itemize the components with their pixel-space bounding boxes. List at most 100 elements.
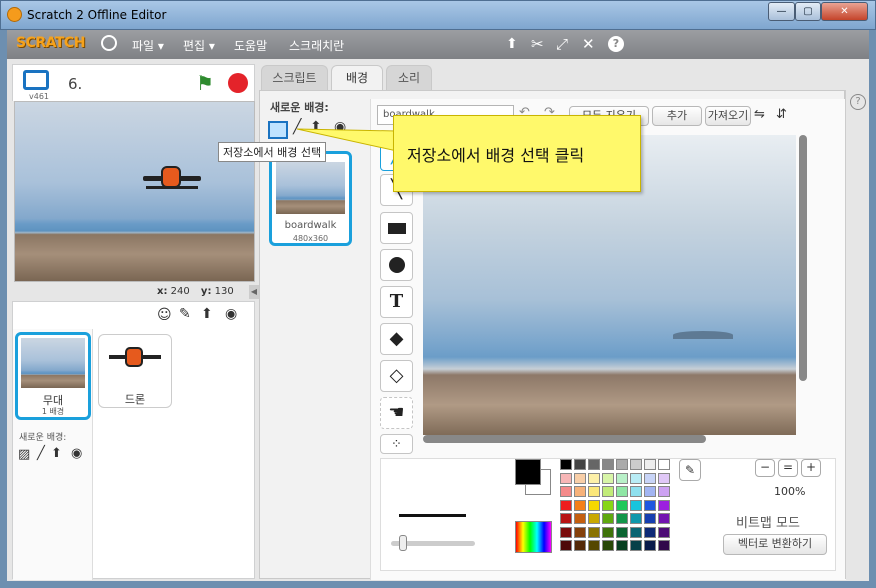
palette-swatch[interactable] [588, 486, 600, 497]
palette-swatch[interactable] [616, 459, 628, 470]
ellipse-tool[interactable] [380, 249, 413, 281]
sprite-thumbnail-drone[interactable]: 드론 [98, 334, 172, 408]
fullscreen-icon[interactable] [23, 70, 49, 90]
palette-swatch[interactable] [560, 526, 572, 538]
palette-swatch[interactable] [560, 472, 572, 484]
stamp-tool[interactable]: ⁘ [380, 434, 413, 454]
scratch-logo[interactable]: SCRATCH [16, 35, 85, 51]
menu-help[interactable]: 도움말 [234, 37, 267, 54]
palette-swatch[interactable] [560, 459, 572, 470]
palette-swatch[interactable] [588, 526, 600, 538]
delete-icon[interactable]: ✂ [531, 35, 544, 53]
palette-swatch[interactable] [560, 540, 572, 551]
palette-swatch[interactable] [602, 540, 614, 551]
palette-swatch[interactable] [630, 526, 642, 538]
sprite-paint-icon[interactable]: ✎ [179, 306, 191, 322]
text-tool[interactable]: T [380, 286, 413, 318]
palette-swatch[interactable] [644, 472, 656, 484]
palette-swatch[interactable] [588, 513, 600, 524]
backdrop-library-icon[interactable] [268, 121, 288, 139]
select-tool[interactable]: ☚ [380, 397, 413, 429]
palette-swatch[interactable] [602, 526, 614, 538]
palette-swatch[interactable] [644, 486, 656, 497]
palette-swatch[interactable] [588, 472, 600, 484]
import-button[interactable]: 가져오기 [705, 106, 751, 126]
palette-swatch[interactable] [644, 540, 656, 551]
fill-tool[interactable]: ◆ [380, 323, 413, 355]
flip-horizontal-icon[interactable]: ⇋ [754, 107, 765, 122]
palette-swatch[interactable] [574, 513, 586, 524]
tab-scripts[interactable]: 스크립트 [261, 65, 328, 90]
minimize-button[interactable]: — [768, 2, 795, 21]
palette-swatch[interactable] [630, 459, 642, 470]
palette-swatch[interactable] [616, 472, 628, 484]
palette-swatch[interactable] [658, 526, 670, 538]
horizontal-scrollbar[interactable] [423, 435, 706, 443]
eraser-tool[interactable]: ◇ [380, 360, 413, 392]
palette-swatch[interactable] [602, 513, 614, 524]
stage-canvas[interactable] [14, 101, 255, 282]
palette-swatch[interactable] [574, 486, 586, 497]
menu-edit[interactable]: 편집 ▾ [183, 37, 215, 54]
help-tips-icon[interactable]: ? [850, 94, 866, 110]
palette-swatch[interactable] [658, 459, 670, 470]
rectangle-tool[interactable] [380, 212, 413, 244]
vertical-scrollbar[interactable] [799, 135, 807, 381]
stage-backdrop-camera-icon[interactable]: ◉ [71, 446, 82, 461]
palette-swatch[interactable] [658, 540, 670, 551]
stage-thumbnail[interactable]: 무대 1 배경 [15, 332, 91, 420]
palette-swatch[interactable] [560, 513, 572, 524]
palette-swatch[interactable] [560, 486, 572, 497]
palette-swatch[interactable] [658, 472, 670, 484]
palette-swatch[interactable] [588, 540, 600, 551]
sprite-upload-icon[interactable]: ⬆ [201, 306, 213, 322]
palette-swatch[interactable] [658, 486, 670, 497]
grow-icon[interactable]: ⤢ [556, 35, 568, 53]
palette-swatch[interactable] [560, 499, 572, 511]
palette-swatch[interactable] [602, 486, 614, 497]
backdrop-thumbnail-boardwalk[interactable]: boardwalk 480x360 [269, 151, 352, 246]
palette-swatch[interactable] [588, 459, 600, 470]
close-button[interactable]: ✕ [821, 2, 868, 21]
palette-swatch[interactable] [616, 540, 628, 551]
palette-swatch[interactable] [630, 472, 642, 484]
palette-swatch[interactable] [644, 526, 656, 538]
stage-backdrop-upload-icon[interactable]: ⬆ [51, 446, 62, 461]
primary-color[interactable] [515, 459, 541, 485]
palette-swatch[interactable] [574, 540, 586, 551]
zoom-reset-icon[interactable]: = [778, 459, 798, 477]
add-button[interactable]: 추가 [652, 106, 702, 126]
sprite-camera-icon[interactable]: ◉ [225, 306, 237, 322]
zoom-in-icon[interactable]: + [801, 459, 821, 477]
convert-to-vector-button[interactable]: 벡터로 변환하기 [723, 534, 827, 555]
stop-icon[interactable] [228, 73, 248, 93]
menu-about[interactable]: 스크래치란 [289, 37, 344, 54]
palette-swatch[interactable] [588, 499, 600, 511]
palette-swatch[interactable] [602, 499, 614, 511]
palette-swatch[interactable] [644, 459, 656, 470]
palette-swatch[interactable] [574, 526, 586, 538]
drone-sprite[interactable] [143, 162, 201, 204]
eyedropper-icon[interactable]: ✎ [679, 459, 701, 481]
palette-swatch[interactable] [630, 499, 642, 511]
palette-swatch[interactable] [616, 526, 628, 538]
palette-swatch[interactable] [616, 513, 628, 524]
help-icon[interactable]: ? [608, 36, 624, 52]
flip-vertical-icon[interactable]: ⇵ [776, 107, 787, 122]
palette-swatch[interactable] [630, 540, 642, 551]
green-flag-icon[interactable]: ⚑ [196, 71, 214, 95]
shrink-icon[interactable]: ✕ [582, 35, 595, 53]
zoom-out-icon[interactable]: − [755, 459, 775, 477]
globe-icon[interactable] [101, 35, 117, 51]
palette-swatch[interactable] [574, 459, 586, 470]
palette-swatch[interactable] [644, 499, 656, 511]
palette-swatch[interactable] [574, 472, 586, 484]
line-width-slider-handle[interactable] [399, 535, 407, 551]
collapse-handle[interactable]: ◀ [249, 285, 259, 299]
tab-backdrops[interactable]: 배경 [331, 65, 383, 91]
sprite-library-icon[interactable]: ☺ [157, 307, 172, 323]
menu-file[interactable]: 파일 ▾ [132, 37, 164, 54]
maximize-button[interactable]: ▢ [795, 2, 821, 21]
color-picker-gradient[interactable] [515, 521, 552, 553]
palette-swatch[interactable] [574, 499, 586, 511]
